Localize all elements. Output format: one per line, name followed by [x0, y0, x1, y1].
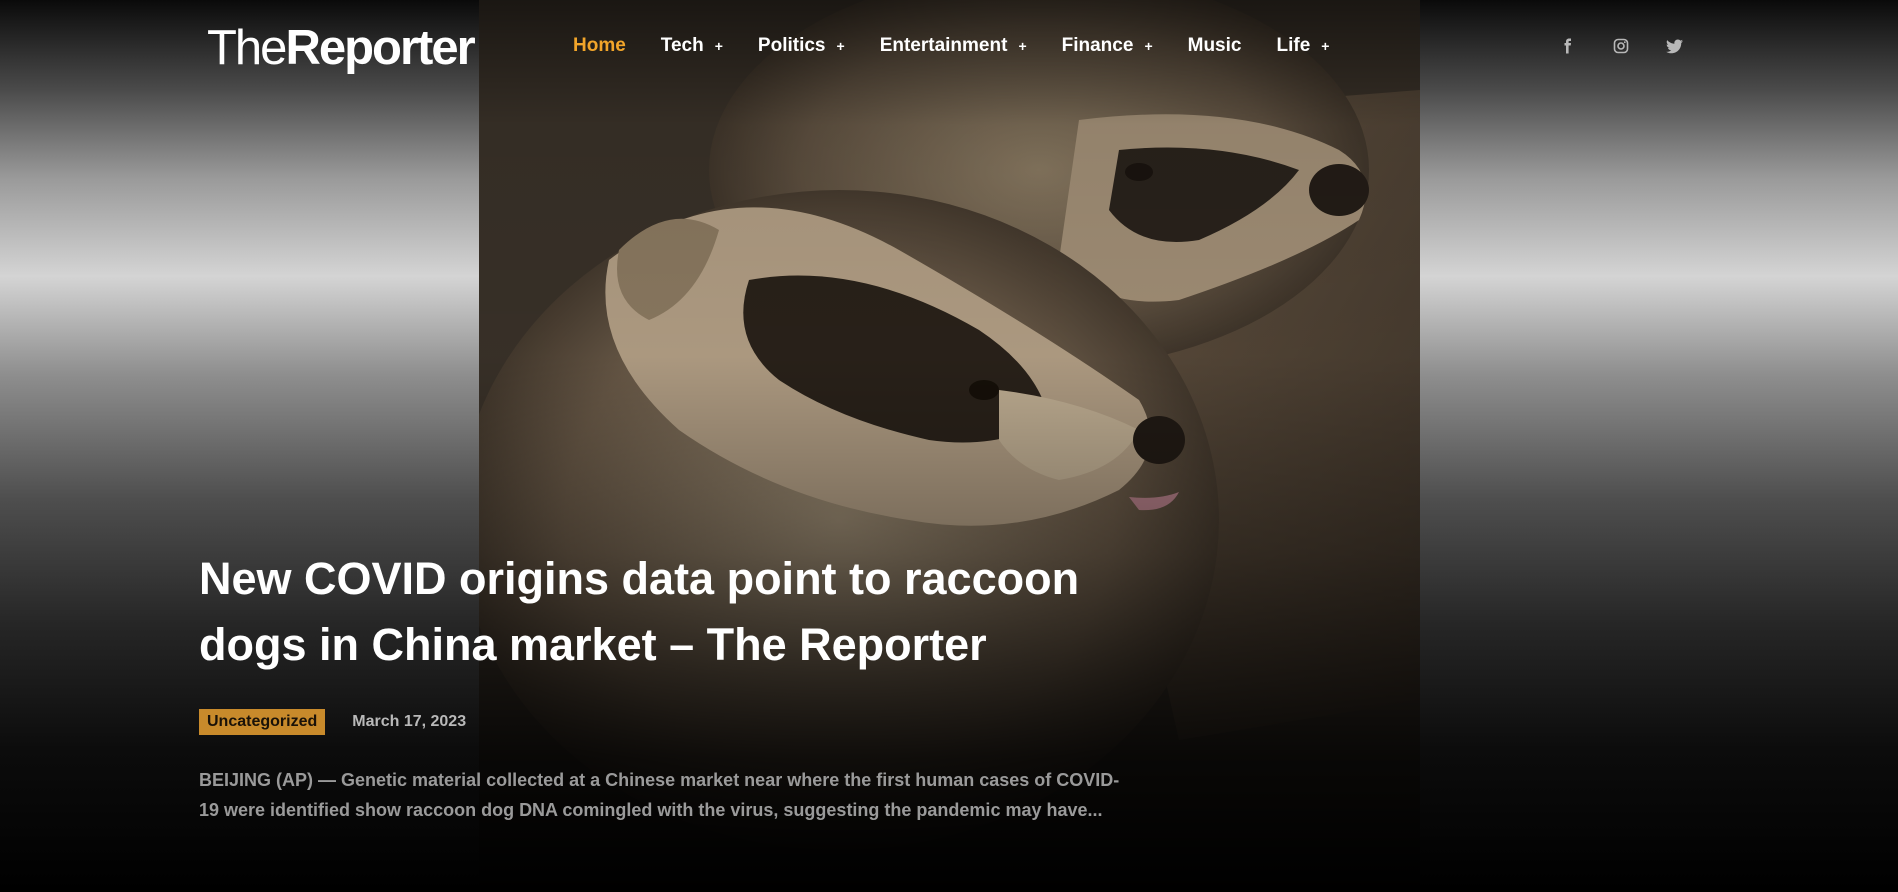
nav-item-entertainment[interactable]: Entertainment +	[880, 35, 1027, 57]
facebook-icon[interactable]	[1555, 33, 1581, 59]
featured-image-raccoon-dogs[interactable]	[479, 0, 1420, 892]
article-excerpt: BEIJING (AP) — Genetic material collecte…	[199, 770, 1120, 820]
plus-icon[interactable]: +	[1144, 38, 1152, 54]
site-logo[interactable]: TheReporter	[207, 20, 476, 76]
logo-text-reporter: Reporter	[285, 21, 475, 75]
nav-item-tech[interactable]: Tech +	[661, 35, 723, 57]
instagram-icon[interactable]	[1608, 33, 1634, 59]
nav-item-music[interactable]: Music	[1188, 35, 1242, 57]
plus-icon[interactable]: +	[1018, 38, 1026, 54]
site-header: TheReporter Home Tech + Politics + Enter…	[0, 0, 1898, 92]
nav-item-label: Music	[1187, 35, 1242, 56]
nav-item-finance[interactable]: Finance +	[1062, 35, 1153, 57]
nav-item-label: Finance	[1061, 35, 1134, 56]
nav-item-politics[interactable]: Politics +	[758, 35, 845, 57]
nav-item-label: Home	[573, 35, 626, 56]
raccoon-dogs-illustration	[479, 0, 1420, 892]
main-navigation: Home Tech + Politics + Entertainment + F…	[573, 32, 1364, 60]
category-badge[interactable]: Uncategorized	[199, 709, 326, 735]
article-date: March 17, 2023	[352, 713, 467, 730]
plus-icon[interactable]: +	[715, 38, 723, 54]
twitter-icon[interactable]	[1661, 33, 1687, 59]
nav-item-life[interactable]: Life +	[1276, 35, 1329, 57]
nav-item-home[interactable]: Home	[573, 35, 626, 57]
nav-item-label: Life	[1276, 35, 1311, 56]
hero-section: TheReporter Home Tech + Politics + Enter…	[0, 0, 1898, 892]
plus-icon[interactable]: +	[837, 38, 845, 54]
article-meta: Uncategorized March 17, 2023	[199, 709, 466, 735]
nav-item-label: Tech	[660, 35, 704, 56]
nav-item-label: Entertainment	[879, 35, 1008, 56]
plus-icon[interactable]: +	[1321, 38, 1329, 54]
article-title[interactable]: New COVID origins data point to raccoon …	[199, 546, 1099, 678]
logo-text-the: The	[207, 21, 287, 75]
nav-item-label: Politics	[757, 35, 826, 56]
